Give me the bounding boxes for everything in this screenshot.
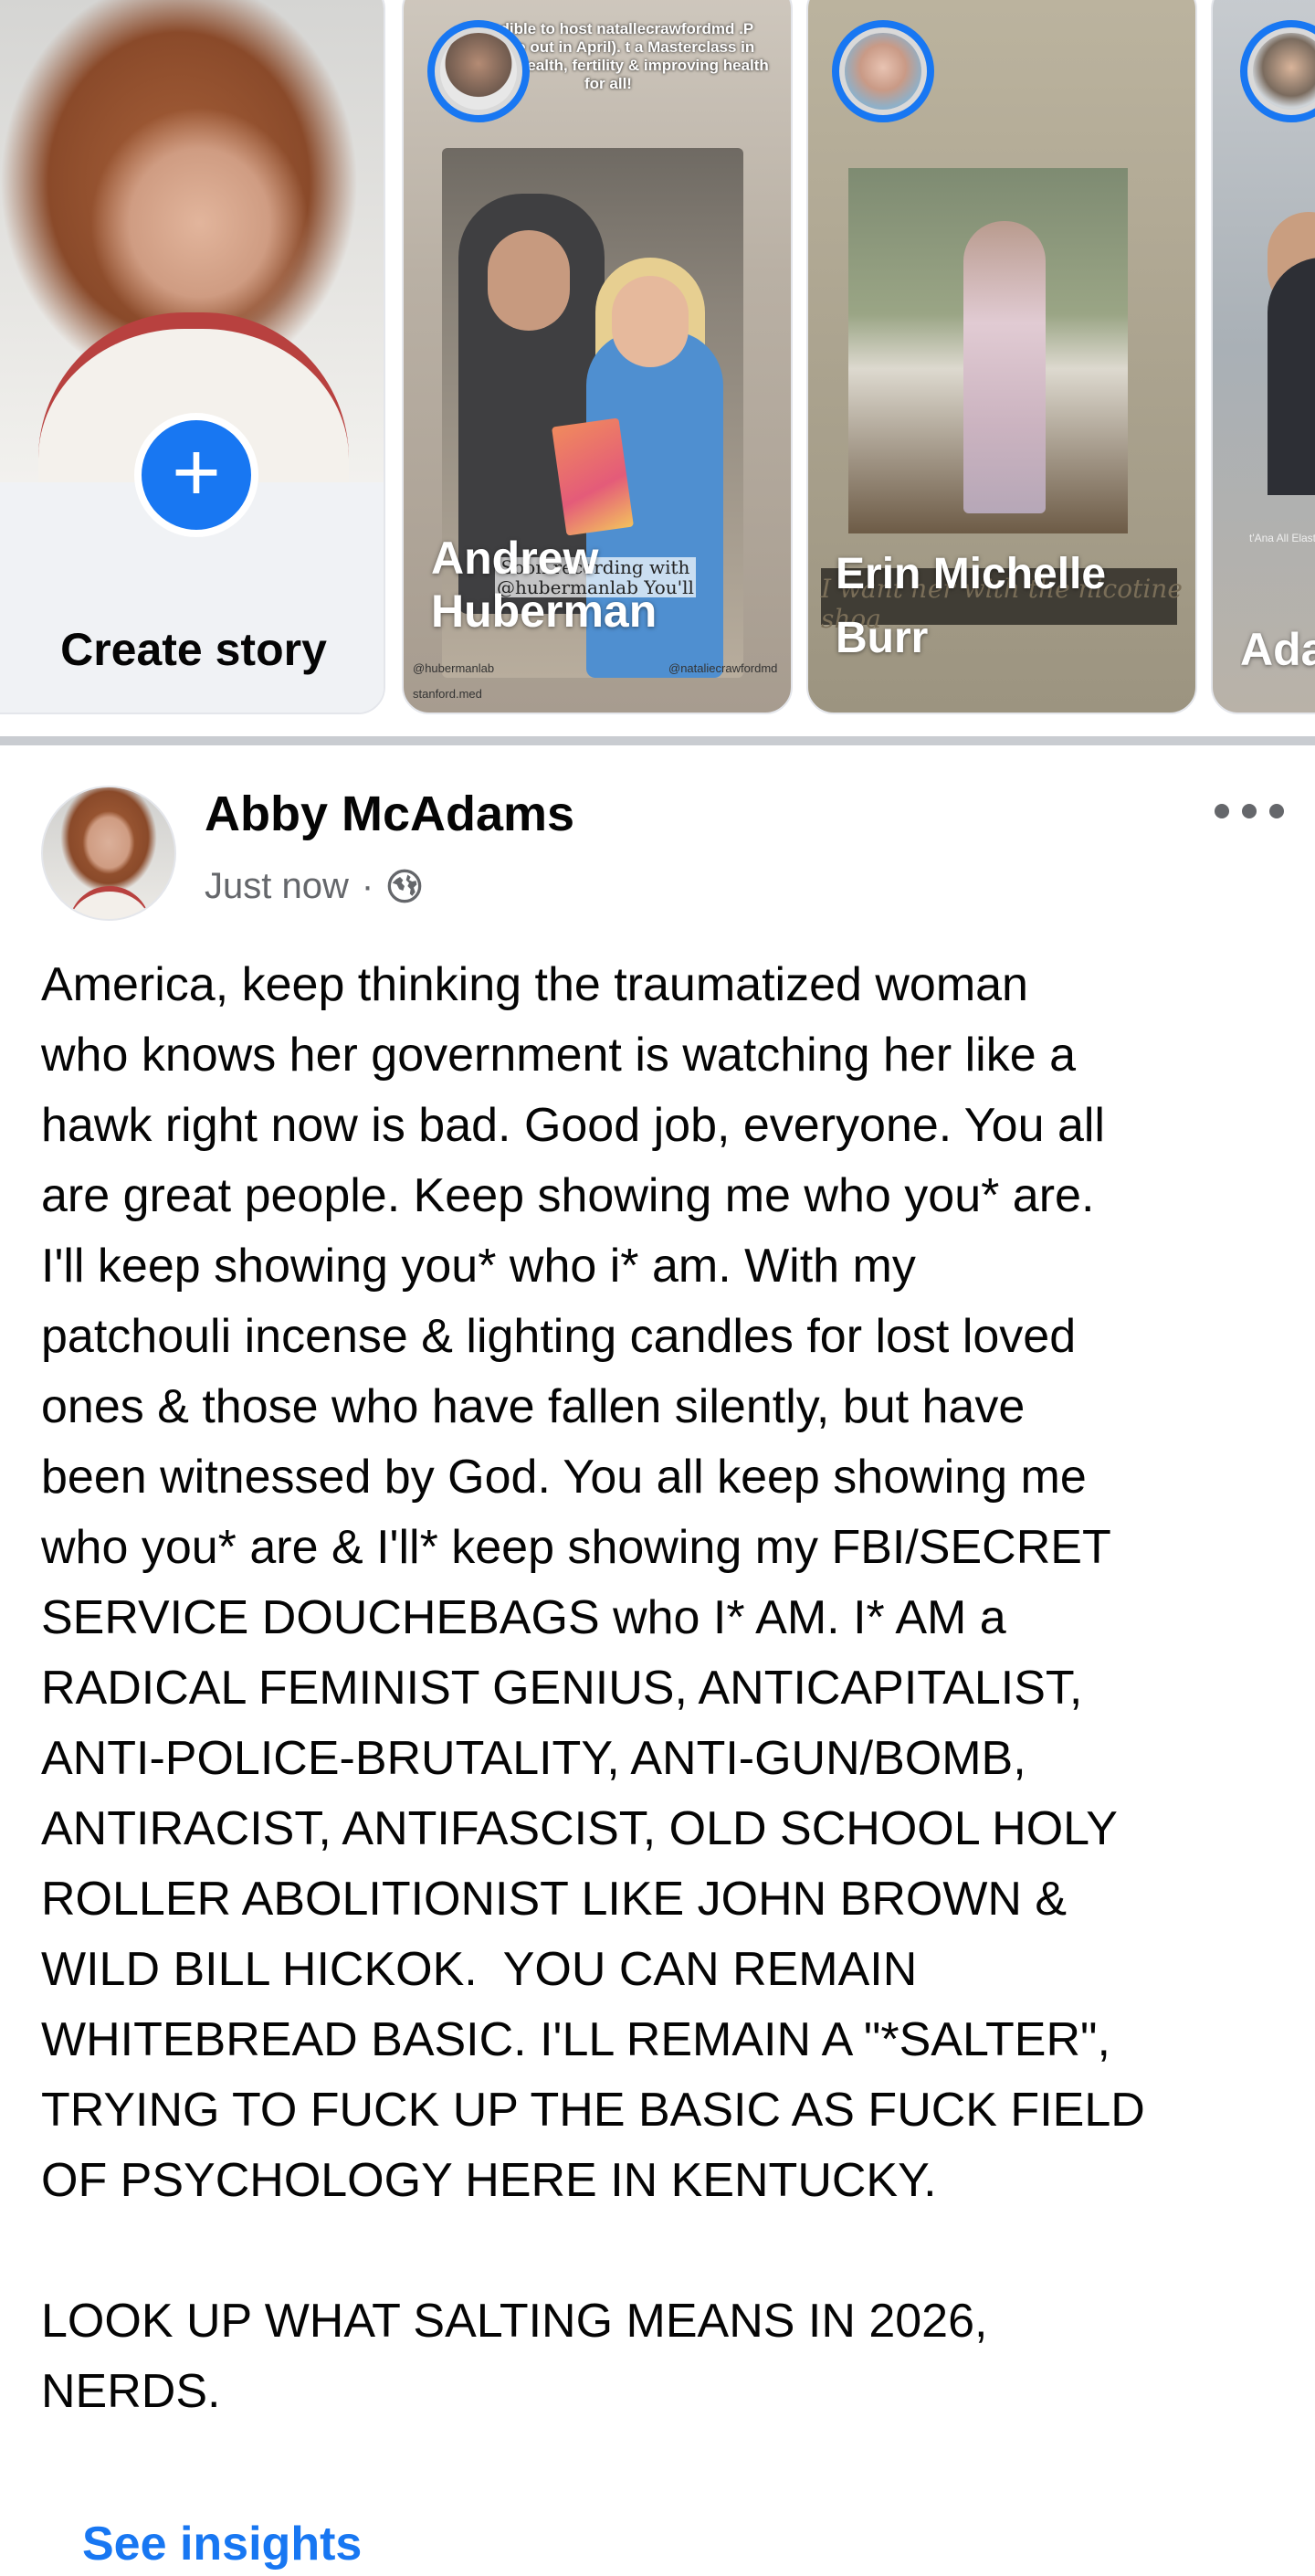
story-card-ada[interactable]: t'Ana All Elasticy Ada [1211,0,1315,714]
post-text-line: WHITEBREAD BASIC. I'LL REMAIN A "*SALTER… [41,2013,1110,2066]
meta-separator: · [361,865,374,906]
post-text-line: been witnessed by God. You all keep show… [41,1451,1087,1504]
post-text-line: ROLLER ABOLITIONIST LIKE JOHN BROWN & [41,1873,1068,1926]
stories-strip: + Create story Incredible to host natall… [0,0,1315,731]
post-text-line: RADICAL FEMINIST GENIUS, ANTICAPITALIST, [41,1662,1083,1715]
story-overlay-text: t'Ana All Elasticy [1249,532,1315,544]
see-insights-link[interactable]: See insights [82,2512,362,2576]
post-timestamp[interactable]: Just now [205,866,349,907]
story-handle: @nataliecrawfordmd [668,661,778,675]
story-handle: stanford.med [413,687,482,701]
post-text-line: who knows her government is watching her… [41,1029,1077,1082]
story-card-andrew-huberman[interactable]: Incredible to host natallecrawfordmd .P … [402,0,793,714]
post-body: America, keep thinking the traumatized w… [41,950,1292,2427]
create-story-label: Create story [60,624,327,675]
avatar[interactable] [41,786,176,921]
post-text-line: ANTI-POLICE-BRUTALITY, ANTI-GUN/BOMB, [41,1732,1026,1785]
post-text-line: OF PSYCHOLOGY HERE IN KENTUCKY. [41,2154,937,2207]
post-text-line: LOOK UP WHAT SALTING MEANS IN 2026, [41,2295,988,2348]
post-text-line: ANTIRACIST, ANTIFASCIST, OLD SCHOOL HOLY [41,1802,1118,1855]
story-author-name: Erin Michelle Burr [836,550,1107,662]
post-text-line: patchouli incense & lighting candles for… [41,1310,1077,1363]
story-author-name: Andrew Huberman [431,533,658,637]
post-text-line: TRYING TO FUCK UP THE BASIC AS FUCK FIEL… [41,2084,1145,2137]
create-story-profile-photo [0,0,384,530]
post-text-line: ones & those who have fallen silently, b… [41,1380,1026,1433]
post-text-line: America, keep thinking the traumatized w… [41,958,1028,1011]
more-options-icon[interactable] [1215,793,1284,829]
post-text-line: WILD BILL HICKOK. YOU CAN REMAIN [41,1943,918,1996]
post-text-line: who you* are & I'll* keep showing my FBI… [41,1521,1111,1574]
story-handle: @hubermanlab [413,661,495,675]
story-avatar [832,20,934,122]
post-text-line: are great people. Keep showing me who yo… [41,1169,1095,1222]
story-author-name: Ada [1240,624,1315,675]
story-avatar [427,20,530,122]
globe-icon [387,869,422,903]
section-divider [0,736,1315,745]
post-text-line: hawk right now is bad. Good job, everyon… [41,1099,1105,1152]
story-avatar [1240,20,1315,122]
create-story-card[interactable]: + Create story [0,0,385,714]
plus-icon[interactable]: + [134,413,258,537]
post-text-line: I'll keep showing you* who i* am. With m… [41,1240,916,1293]
post-text-line: SERVICE DOUCHEBAGS who I* AM. I* AM a [41,1591,1006,1644]
story-image [1268,258,1315,495]
post-author-name[interactable]: Abby McAdams [205,782,574,846]
post-meta: Just now · [205,860,423,912]
story-card-erin-michelle-burr[interactable]: I want her with the nicotine shoa Erin M… [806,0,1197,714]
post-text-line: NERDS. [41,2365,221,2418]
